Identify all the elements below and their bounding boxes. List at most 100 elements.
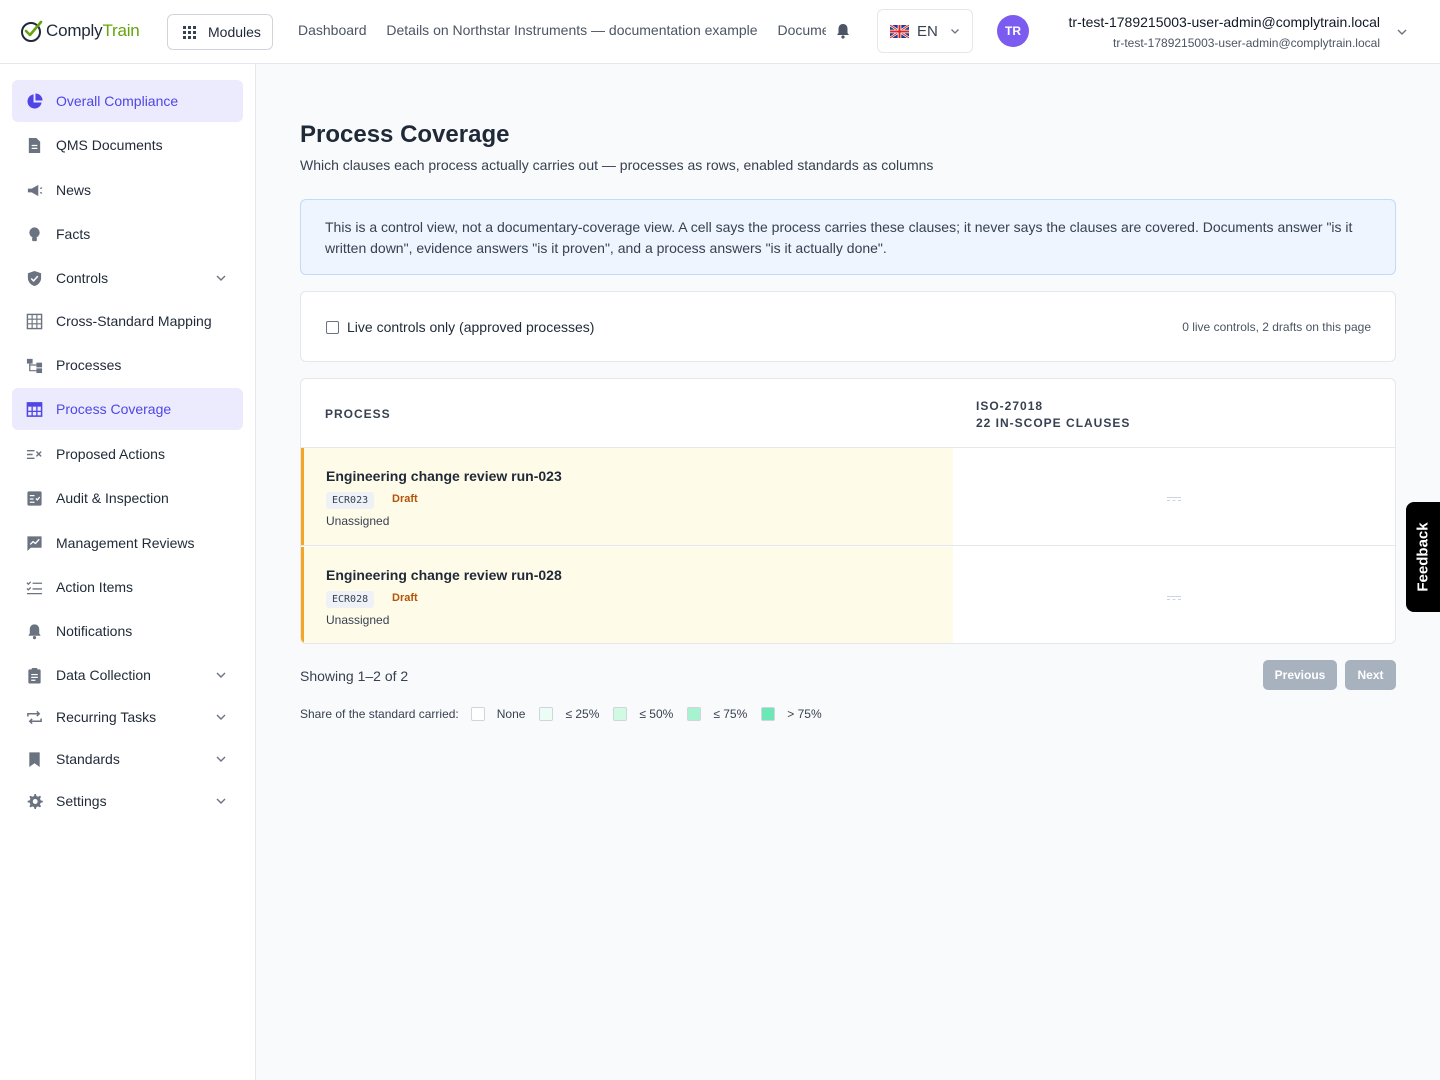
- table-grid-icon: [25, 312, 43, 330]
- controls-count: 0 live controls, 2 drafts on this page: [1182, 320, 1371, 334]
- modules-button[interactable]: Modules: [167, 14, 273, 50]
- sidebar-item-label: Controls: [56, 270, 109, 286]
- column-header-standard[interactable]: ISO-27018 22 IN-SCOPE CLAUSES: [976, 398, 1130, 432]
- nav-link-company-details[interactable]: Details on Northstar Instruments — docum…: [386, 22, 757, 38]
- nav-link-documents[interactable]: Documents: [777, 22, 826, 38]
- megaphone-icon: [25, 181, 43, 199]
- process-code-badge: ECR028: [326, 591, 375, 608]
- sidebar-item-qms-documents[interactable]: QMS Documents: [12, 124, 243, 166]
- process-owner: Unassigned: [326, 613, 390, 627]
- sidebar-item-settings[interactable]: Settings: [12, 780, 243, 822]
- sidebar-item-label: Process Coverage: [56, 401, 172, 417]
- sidebar-item-controls[interactable]: Controls: [12, 257, 243, 299]
- sidebar-item-recurring-tasks[interactable]: Recurring Tasks: [12, 696, 243, 738]
- chart-review-icon: [25, 534, 43, 552]
- bookmark-icon: [25, 750, 43, 768]
- sidebar: Overall Compliance QMS Documents News Fa…: [0, 64, 256, 1080]
- sidebar-item-action-items[interactable]: Action Items: [12, 566, 243, 608]
- sidebar-item-label: Data Collection: [56, 667, 151, 683]
- filter-card: Live controls only (approved processes) …: [300, 291, 1396, 362]
- logo-check-icon: [21, 20, 43, 42]
- legend-swatch: [761, 707, 776, 721]
- user-menu-chevron-icon[interactable]: [1396, 26, 1408, 38]
- chevron-down-icon: [216, 275, 226, 281]
- sidebar-item-audit-inspection[interactable]: Audit & Inspection: [12, 477, 243, 519]
- clipboard-check-icon: [25, 489, 43, 507]
- table-row[interactable]: Engineering change review run-028 ECR028…: [301, 547, 1395, 643]
- sidebar-item-processes[interactable]: Processes: [12, 344, 243, 386]
- status-badge: Draft: [392, 493, 418, 505]
- table-row[interactable]: Engineering change review run-023 ECR023…: [301, 448, 1395, 546]
- sidebar-item-news[interactable]: News: [12, 169, 243, 211]
- live-controls-checkbox[interactable]: [326, 321, 339, 334]
- sidebar-item-label: Settings: [56, 793, 107, 809]
- sidebar-item-label: News: [56, 182, 92, 198]
- standard-name: ISO-27018: [976, 399, 1044, 413]
- pagination-summary: Showing 1–2 of 2: [300, 668, 409, 684]
- row-divider: [301, 545, 1395, 546]
- sidebar-item-label: Management Reviews: [56, 535, 195, 551]
- shield-check-icon: [25, 269, 43, 287]
- logo-text: ComplyTrain: [46, 21, 140, 40]
- pie-chart-icon: [25, 92, 43, 110]
- flow-icon: [25, 356, 43, 374]
- previous-button[interactable]: Previous: [1263, 660, 1337, 690]
- process-cell[interactable]: Engineering change review run-023 ECR023…: [301, 448, 953, 546]
- modules-label: Modules: [208, 24, 261, 40]
- sidebar-item-label: Notifications: [56, 623, 133, 639]
- process-name[interactable]: Engineering change review run-028: [326, 567, 562, 583]
- legend-item-label: ≤ 25%: [565, 707, 600, 721]
- info-callout: This is a control view, not a documentar…: [300, 199, 1396, 275]
- avatar[interactable]: TR: [997, 15, 1029, 47]
- sidebar-item-label: Audit & Inspection: [56, 490, 169, 506]
- sidebar-item-label: Cross-Standard Mapping: [56, 313, 212, 329]
- sidebar-item-data-collection[interactable]: Data Collection: [12, 654, 243, 696]
- legend-swatch: [687, 707, 702, 721]
- list-x-icon: [25, 445, 43, 463]
- sidebar-item-standards[interactable]: Standards: [12, 738, 243, 780]
- top-header: ComplyTrain Modules Dashboard Details on…: [0, 0, 1440, 64]
- legend-item-label: ≤ 75%: [713, 707, 748, 721]
- bell-icon: [25, 622, 43, 640]
- language-selector[interactable]: EN: [877, 9, 973, 53]
- grid-icon: [183, 25, 196, 39]
- legend-swatch: [470, 707, 485, 721]
- page-subtitle: Which clauses each process actually carr…: [300, 157, 934, 173]
- document-icon: [25, 136, 43, 154]
- sidebar-item-label: Action Items: [56, 579, 134, 595]
- sidebar-item-overall-compliance[interactable]: Overall Compliance: [12, 80, 243, 122]
- nav-link-dashboard[interactable]: Dashboard: [298, 22, 367, 38]
- logo[interactable]: ComplyTrain: [20, 17, 140, 45]
- next-button[interactable]: Next: [1345, 660, 1396, 690]
- sidebar-item-notifications[interactable]: Notifications: [12, 610, 243, 652]
- lightbulb-icon: [25, 225, 43, 243]
- sidebar-item-facts[interactable]: Facts: [12, 213, 243, 255]
- feedback-tab[interactable]: Feedback: [1406, 502, 1440, 612]
- process-cell[interactable]: Engineering change review run-028 ECR028…: [301, 547, 953, 643]
- legend-item-label: ≤ 50%: [639, 707, 674, 721]
- chevron-down-icon: [216, 756, 226, 762]
- sidebar-item-cross-standard-mapping[interactable]: Cross-Standard Mapping: [12, 300, 243, 342]
- coverage-cell-empty[interactable]: [1167, 596, 1181, 600]
- legend-swatch: [613, 707, 628, 721]
- sidebar-item-process-coverage[interactable]: Process Coverage: [12, 388, 243, 430]
- live-controls-label[interactable]: Live controls only (approved processes): [347, 319, 594, 335]
- coverage-table: PROCESS ISO-27018 22 IN-SCOPE CLAUSES En…: [300, 378, 1396, 644]
- sidebar-item-label: Facts: [56, 226, 91, 242]
- notifications-bell-icon[interactable]: [836, 23, 850, 39]
- sidebar-item-proposed-actions[interactable]: Proposed Actions: [12, 433, 243, 475]
- sidebar-item-label: Standards: [56, 751, 120, 767]
- checklist-icon: [25, 578, 43, 596]
- chevron-down-icon: [950, 29, 959, 34]
- clipboard-icon: [25, 666, 43, 684]
- page-title: Process Coverage: [300, 121, 510, 148]
- process-name[interactable]: Engineering change review run-023: [326, 468, 562, 484]
- standard-clause-count: 22 IN-SCOPE CLAUSES: [976, 416, 1131, 430]
- user-email: tr-test-1789215003-user-admin@complytrai…: [1113, 36, 1380, 50]
- sidebar-item-label: Processes: [56, 357, 122, 373]
- status-badge: Draft: [392, 592, 418, 604]
- sidebar-item-management-reviews[interactable]: Management Reviews: [12, 522, 243, 564]
- coverage-cell-empty[interactable]: [1167, 497, 1181, 501]
- header-nav: Dashboard Details on Northstar Instrumen…: [298, 22, 826, 38]
- gear-icon: [25, 792, 43, 810]
